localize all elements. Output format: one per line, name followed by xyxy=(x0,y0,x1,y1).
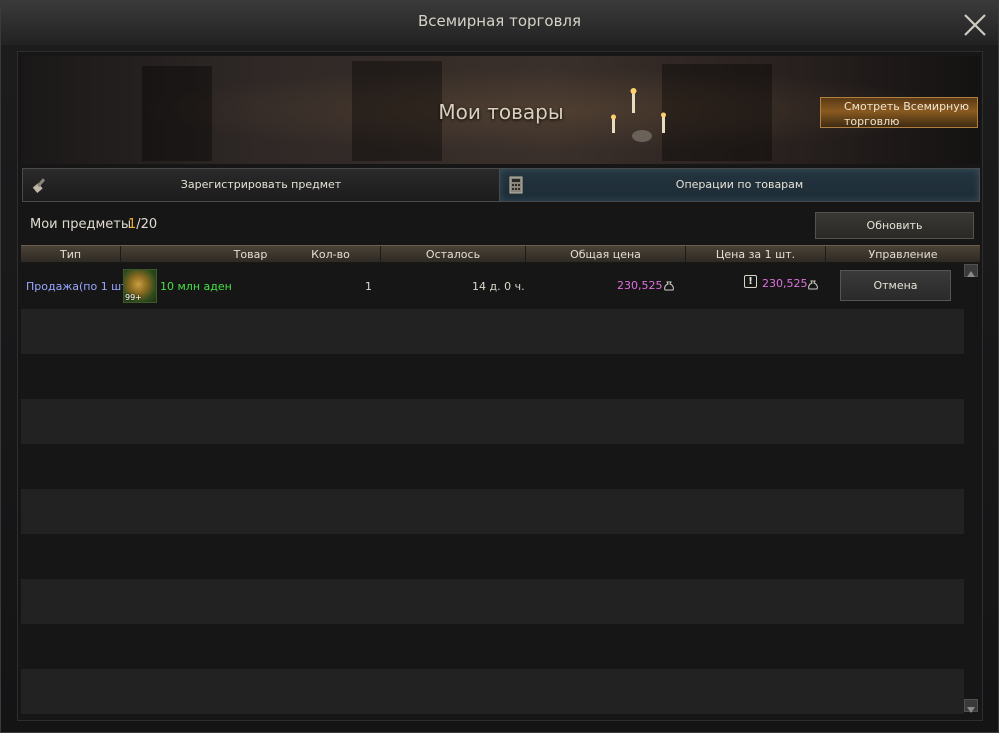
header-remaining[interactable]: Осталось xyxy=(381,246,526,263)
money-bag-icon xyxy=(808,280,818,290)
table-header: Тип Товар Кол-во Осталось Общая цена Цен… xyxy=(21,245,980,263)
icon-quantity: 99+ xyxy=(125,293,142,302)
cancel-button[interactable]: Отмена xyxy=(840,270,951,301)
empty-row xyxy=(21,624,964,669)
window-title: Всемирная торговля xyxy=(417,12,582,30)
empty-row xyxy=(21,669,964,714)
empty-row xyxy=(21,534,964,579)
tab-operations-label: Операции по товарам xyxy=(675,178,804,191)
row-item-name: 10 млн аден xyxy=(160,280,232,293)
tab-register-item[interactable]: Зарегистрировать предмет xyxy=(23,169,500,201)
my-items-max: /20 xyxy=(136,217,158,232)
empty-row xyxy=(21,399,964,444)
scrollbar[interactable] xyxy=(964,264,978,714)
close-icon[interactable] xyxy=(959,9,991,41)
brush-icon xyxy=(32,178,46,193)
row-remaining: 14 д. 0 ч. xyxy=(472,280,525,293)
adena-icon[interactable]: 99+ xyxy=(123,269,157,303)
calculator-icon xyxy=(509,176,523,194)
refresh-button[interactable]: Обновить xyxy=(815,212,974,239)
world-trade-window: Всемирная торговля Мои товары Смотреть В… xyxy=(0,0,999,733)
content-panel: Мои товары Смотреть Всемирную торговлю З… xyxy=(17,51,983,721)
empty-row xyxy=(21,354,964,399)
empty-row xyxy=(21,444,964,489)
money-bag-icon xyxy=(664,281,674,291)
row-type: Продажа(по 1 шт) xyxy=(26,280,132,293)
title-bar[interactable]: Всемирная торговля xyxy=(1,1,998,45)
scroll-down-icon[interactable] xyxy=(964,699,978,713)
row-total-price: 230,525 xyxy=(617,279,663,292)
tab-bar: Зарегистрировать предмет Операции по тов… xyxy=(22,168,980,202)
my-items-label: Мои предметы xyxy=(30,217,132,232)
header-type[interactable]: Тип xyxy=(21,246,121,263)
view-global-trade-button[interactable]: Смотреть Всемирную торговлю xyxy=(820,97,978,128)
tab-register-label: Зарегистрировать предмет xyxy=(180,178,342,191)
tab-operations[interactable]: Операции по товарам xyxy=(500,169,979,201)
row-unit-price: 230,525 xyxy=(762,277,808,290)
my-items-count: 1/20 xyxy=(128,217,157,232)
header-qty[interactable]: Кол-во xyxy=(281,246,381,263)
empty-row xyxy=(21,309,964,354)
item-list: Продажа(по 1 шт) 99+ 10 млн аден 1 14 д.… xyxy=(21,264,964,714)
header-total-price[interactable]: Общая цена xyxy=(526,246,686,263)
banner: Мои товары Смотреть Всемирную торговлю xyxy=(22,56,980,164)
header-action: Управление xyxy=(868,248,938,261)
table-row[interactable]: Продажа(по 1 шт) 99+ 10 млн аден 1 14 д.… xyxy=(21,264,964,309)
empty-row xyxy=(21,489,964,534)
row-qty: 1 xyxy=(365,280,372,293)
warning-icon[interactable]: ! xyxy=(744,275,757,288)
scroll-up-icon[interactable] xyxy=(964,264,978,277)
empty-row xyxy=(21,579,964,624)
header-unit-price[interactable]: Цена за 1 шт. xyxy=(686,246,826,263)
